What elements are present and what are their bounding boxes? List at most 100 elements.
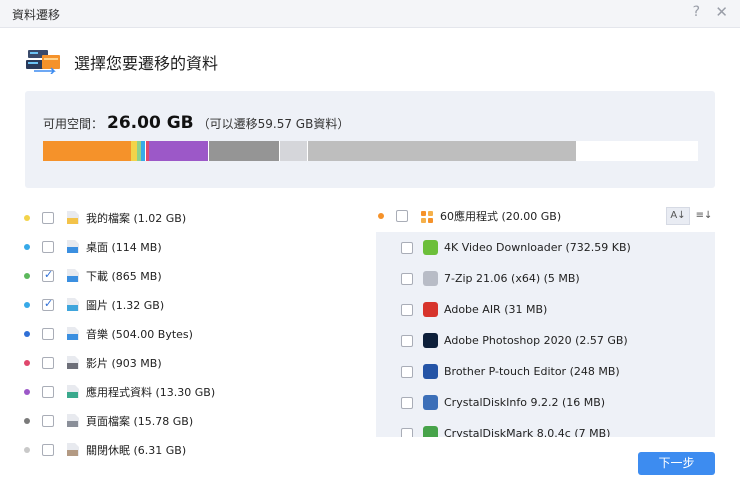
crystaldiskinfo-icon: [423, 395, 438, 410]
usage-segment: [209, 141, 279, 161]
folder-label: 音樂 (504.00 Bytes): [86, 327, 193, 341]
usage-segment: [43, 141, 132, 161]
crystaldiskmark-icon: [423, 426, 438, 437]
app-label: Adobe AIR (31 MB): [444, 303, 548, 316]
usage-segment: [149, 141, 208, 161]
app-checkbox[interactable]: [401, 303, 413, 316]
category-color-dot: [24, 214, 30, 221]
app-row[interactable]: Adobe AIR (31 MB): [376, 294, 715, 325]
folder-row[interactable]: 音樂 (504.00 Bytes): [22, 319, 342, 348]
folder-checkbox[interactable]: [42, 268, 54, 282]
folder-checkbox[interactable]: [42, 297, 54, 311]
apps-header-label: 60應用程式 (20.00 GB): [440, 210, 562, 223]
folder-row[interactable]: 影片 (903 MB): [22, 348, 342, 377]
space-label: 可用空間：: [43, 117, 104, 131]
document-folder-icon: [66, 210, 80, 225]
usage-segment: [280, 141, 307, 161]
app-row[interactable]: Adobe Photoshop 2020 (2.57 GB): [376, 325, 715, 356]
app-checkbox[interactable]: [401, 396, 413, 409]
folder-checkbox[interactable]: [42, 443, 54, 456]
sort-by-size-button[interactable]: ≡↓: [692, 207, 716, 225]
page-file-icon: [66, 413, 80, 428]
folder-checkbox[interactable]: [42, 356, 54, 369]
app-label: 7-Zip 21.06 (x64) (5 MB): [444, 272, 580, 285]
window-title: 資料遷移: [12, 8, 61, 22]
app-checkbox[interactable]: [401, 272, 413, 285]
category-color-dot: [24, 417, 30, 424]
downloads-folder-icon: [66, 268, 80, 283]
category-color-dot: [24, 272, 30, 279]
hibernate-file-icon: [66, 442, 80, 457]
space-summary: 可用空間： 26.00 GB （可以遷移59.57 GB資料）: [43, 113, 349, 133]
apps-header: 60應用程式 (20.00 GB) A↓ ≡↓: [376, 203, 716, 229]
close-icon[interactable]: ✕: [715, 3, 728, 21]
video-folder-icon: [66, 355, 80, 370]
app-data-icon: [66, 384, 80, 399]
folder-checkbox[interactable]: [42, 385, 54, 398]
next-button[interactable]: 下一步: [638, 452, 715, 475]
category-color-dot: [24, 301, 30, 308]
folder-label: 圖片 (1.32 GB): [86, 298, 165, 312]
app-checkbox[interactable]: [401, 427, 413, 437]
migration-icon: [26, 50, 60, 74]
title-bar: 資料遷移 ? ✕: [0, 0, 740, 28]
folder-label: 桌面 (114 MB): [86, 240, 162, 254]
folder-checkbox[interactable]: [42, 327, 54, 340]
app-label: 4K Video Downloader (732.59 KB): [444, 241, 631, 254]
sort-by-name-button[interactable]: A↓: [666, 207, 690, 225]
desktop-folder-icon: [66, 239, 80, 254]
app-label: Adobe Photoshop 2020 (2.57 GB): [444, 334, 628, 347]
app-label: CrystalDiskInfo 9.2.2 (16 MB): [444, 396, 606, 409]
apps-grid-icon: [420, 209, 434, 224]
usage-segment: [576, 141, 698, 161]
4k-video-downloader-icon: [423, 240, 438, 255]
folder-label: 關閉休眠 (6.31 GB): [86, 443, 187, 457]
app-checkbox[interactable]: [401, 241, 413, 254]
page-title: 選擇您要遷移的資料: [74, 54, 219, 73]
category-color-dot: [24, 243, 30, 250]
space-panel: 可用空間： 26.00 GB （可以遷移59.57 GB資料）: [25, 91, 715, 188]
folder-checkbox[interactable]: [42, 240, 54, 253]
music-folder-icon: [66, 326, 80, 341]
apps-color-dot: [378, 213, 384, 219]
folder-row[interactable]: 圖片 (1.32 GB): [22, 290, 342, 319]
folder-row[interactable]: 我的檔案 (1.02 GB): [22, 203, 342, 232]
adobe-air-icon: [423, 302, 438, 317]
folder-label: 下載 (865 MB): [86, 269, 162, 283]
app-row[interactable]: 4K Video Downloader (732.59 KB): [376, 232, 715, 263]
app-row[interactable]: 7-Zip 21.06 (x64) (5 MB): [376, 263, 715, 294]
folder-row[interactable]: 應用程式資料 (13.30 GB): [22, 377, 342, 406]
folder-label: 影片 (903 MB): [86, 356, 162, 370]
photoshop-icon: [423, 333, 438, 348]
apps-checkbox[interactable]: [396, 210, 408, 222]
folder-row[interactable]: 下載 (865 MB): [22, 261, 342, 290]
app-row[interactable]: CrystalDiskMark 8.0.4c (7 MB): [376, 418, 715, 437]
app-row[interactable]: Brother P-touch Editor (248 MB): [376, 356, 715, 387]
ptouch-editor-icon: [423, 364, 438, 379]
category-color-dot: [24, 330, 30, 337]
folder-label: 我的檔案 (1.02 GB): [86, 211, 187, 225]
app-label: Brother P-touch Editor (248 MB): [444, 365, 620, 378]
category-color-dot: [24, 446, 30, 453]
7zip-icon: [423, 271, 438, 286]
app-checkbox[interactable]: [401, 334, 413, 347]
folder-label: 頁面檔案 (15.78 GB): [86, 414, 194, 428]
help-icon[interactable]: ?: [693, 4, 700, 20]
space-value: 26.00 GB: [107, 113, 194, 133]
folder-list: 我的檔案 (1.02 GB) 桌面 (114 MB) 下載 (865 MB) 圖片 (…: [22, 203, 342, 464]
app-row[interactable]: CrystalDiskInfo 9.2.2 (16 MB): [376, 387, 715, 418]
pictures-folder-icon: [66, 297, 80, 312]
folder-row[interactable]: 桌面 (114 MB): [22, 232, 342, 261]
space-usage-bar: [43, 141, 698, 161]
space-note: （可以遷移59.57 GB資料）: [197, 117, 350, 131]
app-list[interactable]: 4K Video Downloader (732.59 KB) 7-Zip 21.…: [376, 232, 715, 437]
app-checkbox[interactable]: [401, 365, 413, 378]
folder-checkbox[interactable]: [42, 211, 54, 224]
app-label: CrystalDiskMark 8.0.4c (7 MB): [444, 427, 611, 437]
folder-checkbox[interactable]: [42, 414, 54, 427]
category-color-dot: [24, 359, 30, 366]
folder-row[interactable]: 頁面檔案 (15.78 GB): [22, 406, 342, 435]
usage-segment: [307, 141, 577, 161]
folder-row[interactable]: 關閉休眠 (6.31 GB): [22, 435, 342, 464]
category-color-dot: [24, 388, 30, 395]
